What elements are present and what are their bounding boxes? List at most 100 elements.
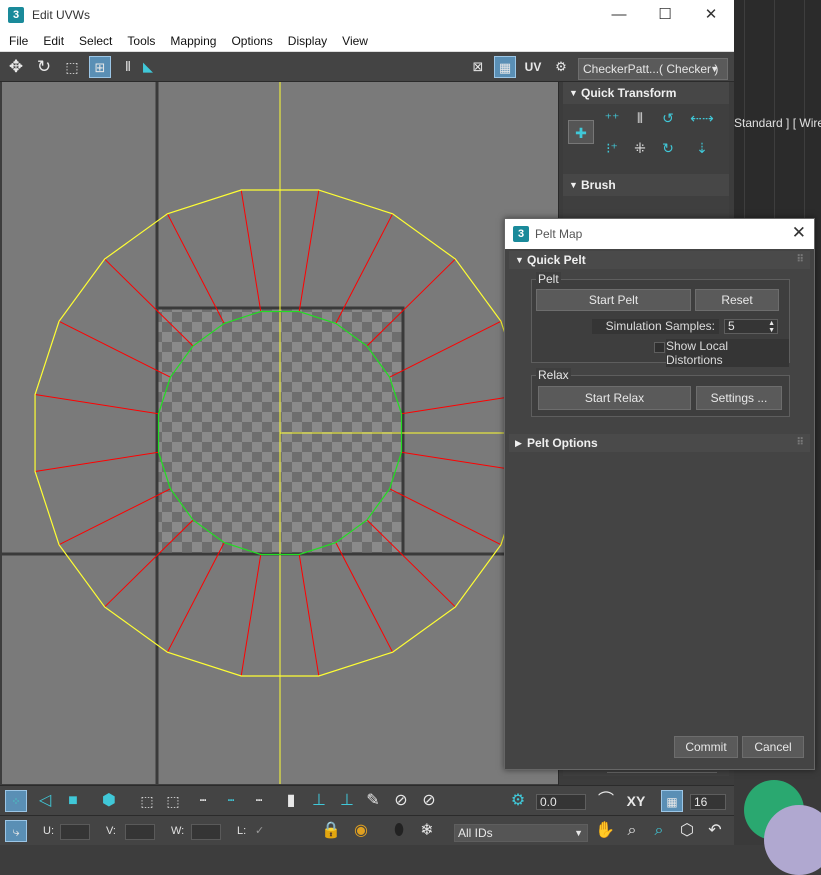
align-horizontal-icon[interactable]: ⁺⁺: [599, 106, 625, 130]
lock-icon[interactable]: 🔒: [320, 820, 342, 842]
freeze-icon[interactable]: ❄: [416, 820, 438, 842]
show-icon[interactable]: ⬮: [388, 820, 410, 842]
angle-snap-icon[interactable]: ⚙: [507, 790, 529, 812]
reset-button[interactable]: Reset: [695, 289, 779, 311]
grip-icon: ⠿: [796, 437, 804, 448]
grow-selection-icon[interactable]: ⬚: [136, 790, 158, 812]
uv-spoke: [240, 554, 262, 677]
uv-spoke: [58, 320, 171, 378]
element-mode-icon[interactable]: ⬢: [98, 790, 120, 812]
show-distortions-checkbox[interactable]: [654, 342, 665, 353]
space-horizontal-icon[interactable]: ⇠⇢: [689, 106, 715, 130]
align-center-icon[interactable]: ✚: [568, 120, 594, 144]
close-button[interactable]: ✕: [688, 0, 734, 30]
brush-header[interactable]: ▼ Brush: [563, 174, 729, 196]
pack-icon[interactable]: ⁜: [627, 136, 653, 160]
absolute-offset-icon[interactable]: ⤷: [5, 820, 27, 842]
grid-input[interactable]: 16: [690, 794, 726, 810]
soft-select-falloff-icon[interactable]: ⊘: [418, 790, 440, 812]
menu-view[interactable]: View: [342, 34, 368, 48]
u-field[interactable]: [60, 824, 90, 840]
minimize-button[interactable]: —: [596, 0, 642, 30]
uv-spoke: [166, 542, 225, 653]
rotate-cw-icon[interactable]: ↻: [655, 136, 681, 160]
hide-icon[interactable]: ◉: [350, 820, 372, 842]
pelt-map-dialog: 3 Pelt Map ✕ ▼ Quick Pelt ⠿ Pelt Start P…: [504, 218, 815, 770]
uv-spoke: [58, 488, 171, 546]
start-relax-button[interactable]: Start Relax: [538, 386, 691, 410]
curve-icon[interactable]: ⌒: [595, 790, 617, 812]
zoom-extents-icon[interactable]: ⬡: [676, 820, 698, 842]
menu-select[interactable]: Select: [79, 34, 112, 48]
commit-button[interactable]: Commit: [674, 736, 738, 758]
freeform-icon[interactable]: ⊞: [89, 56, 111, 78]
v-field[interactable]: [125, 824, 155, 840]
space-vertical-icon[interactable]: ⇣: [689, 136, 715, 160]
checker-icon[interactable]: ▦: [494, 56, 516, 78]
relax-group: Relax Start Relax Settings ...: [531, 368, 790, 417]
vertex-mode-icon[interactable]: ⁘: [5, 790, 27, 812]
menu-tools[interactable]: Tools: [127, 34, 155, 48]
paint-select-sub-icon[interactable]: ⊥: [336, 790, 358, 812]
start-pelt-button[interactable]: Start Pelt: [536, 289, 691, 311]
uv-label[interactable]: UV: [522, 56, 544, 78]
uv-spoke: [389, 320, 502, 378]
uv-canvas[interactable]: [2, 82, 558, 784]
mirror-v-icon[interactable]: ◣: [137, 56, 159, 78]
pelt-group: Pelt Start Pelt Reset Simulation Samples…: [531, 272, 790, 367]
rotate-ccw-icon[interactable]: ↺: [655, 106, 681, 130]
face-mode-icon[interactable]: ■: [62, 790, 84, 812]
angle-input[interactable]: 0.0: [536, 794, 586, 810]
grid-snap-icon[interactable]: ▦: [661, 790, 683, 812]
spinner-arrows-icon[interactable]: ▲ ▼: [768, 320, 775, 334]
bottom-toolbar-2: ⤷ U: V: W: L: ✓ 🔒 ◉ ⬮ ❄ All IDs ▼ ✋ ⌕ ⌕ …: [0, 815, 734, 845]
uv-spoke: [104, 519, 194, 608]
distribute-icon[interactable]: ⁝⁺: [599, 136, 625, 160]
shrink-selection-icon[interactable]: ⬚: [162, 790, 184, 812]
quick-transform-header[interactable]: ▼ Quick Transform: [563, 82, 729, 104]
menu-options[interactable]: Options: [231, 34, 272, 48]
xy-label[interactable]: XY: [622, 790, 650, 812]
lock-check-icon[interactable]: ✓: [255, 824, 264, 837]
uv-spoke: [366, 258, 456, 347]
rollout-footer: [607, 772, 717, 784]
maximize-button[interactable]: ☐: [642, 0, 688, 30]
ids-dropdown[interactable]: All IDs ▼: [454, 824, 588, 842]
zoom-selected-icon[interactable]: ↶: [704, 820, 726, 842]
edge-mode-icon[interactable]: ◁: [34, 790, 56, 812]
show-distortions-label: Show Local Distortions: [666, 339, 789, 367]
zoom-icon[interactable]: ⌕: [621, 820, 643, 842]
scale-icon[interactable]: ⬚: [61, 56, 83, 78]
cancel-button[interactable]: Cancel: [742, 736, 804, 758]
rotate-icon[interactable]: ↻: [33, 56, 55, 78]
loop-grow-icon[interactable]: ┅: [220, 790, 242, 812]
mirror-h-icon[interactable]: ⫴: [117, 56, 139, 78]
soft-select-icon[interactable]: ⊘: [390, 790, 412, 812]
zoom-region-icon[interactable]: ⌕: [648, 820, 670, 842]
menu-display[interactable]: Display: [288, 34, 327, 48]
menu-edit[interactable]: Edit: [43, 34, 64, 48]
settings-button[interactable]: Settings ...: [696, 386, 782, 410]
move-icon[interactable]: ✥: [5, 56, 27, 78]
ring-shrink-icon[interactable]: ▮: [280, 790, 302, 812]
pan-icon[interactable]: ✋: [594, 820, 616, 842]
loop-icon[interactable]: ┅: [192, 790, 214, 812]
checker-dropdown[interactable]: CheckerPatt...( Checker ) ▼: [578, 58, 728, 80]
simulation-samples-input[interactable]: 5 ▲ ▼: [724, 319, 778, 334]
menu-file[interactable]: File: [9, 34, 28, 48]
menu-mapping[interactable]: Mapping: [170, 34, 216, 48]
show-map-icon[interactable]: ⊠: [467, 56, 489, 78]
brush-label: Brush: [581, 178, 616, 192]
map-settings-icon[interactable]: ⚙: [550, 56, 572, 78]
bottom-toolbar-1: ⁘ ◁ ■ ⬢ ⬚ ⬚ ┅ ┅ ┅ ▮ ⊥ ⊥ ✎ ⊘ ⊘ ⚙ 0.0 ⌒ XY…: [0, 785, 734, 815]
w-field[interactable]: [191, 824, 221, 840]
uv-editor-svg[interactable]: [2, 82, 558, 784]
brush-icon[interactable]: ✎: [362, 790, 384, 812]
pelt-options-header[interactable]: ▶ Pelt Options ⠿: [509, 434, 810, 452]
quick-pelt-header[interactable]: ▼ Quick Pelt ⠿: [509, 251, 810, 269]
paint-select-add-icon[interactable]: ⊥: [308, 790, 330, 812]
ring-icon[interactable]: ┅: [248, 790, 270, 812]
align-vertical-icon[interactable]: ⦀: [627, 106, 653, 130]
pelt-close-button[interactable]: ✕: [792, 223, 806, 243]
chevron-down-icon: ▼: [574, 828, 583, 838]
